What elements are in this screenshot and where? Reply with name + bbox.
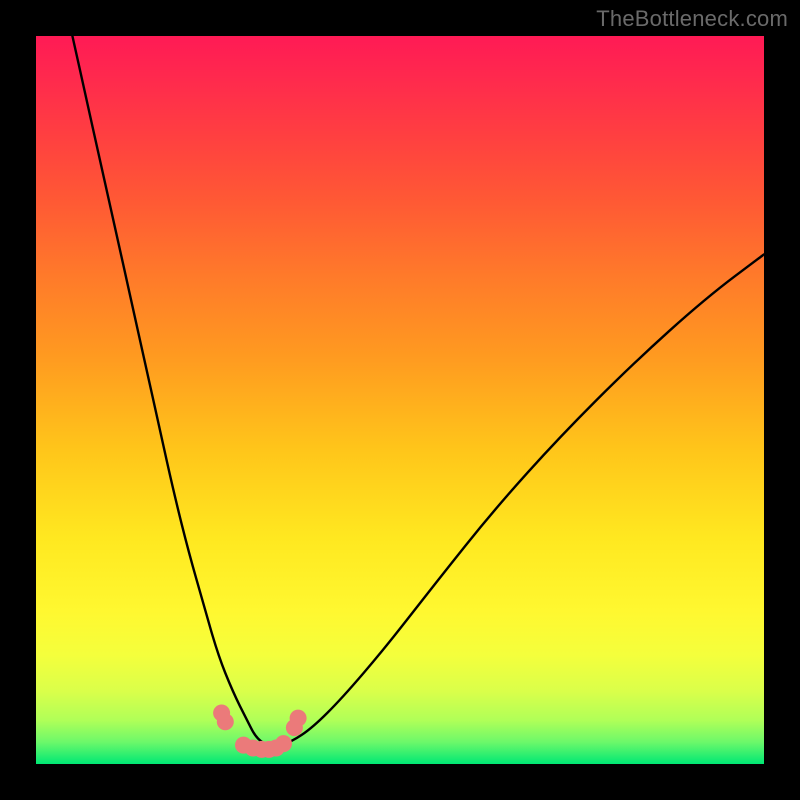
plot-area <box>36 36 764 764</box>
sweet-spot-dot <box>217 713 234 730</box>
bottleneck-curve <box>72 36 764 746</box>
chart-overlay <box>36 36 764 764</box>
sweet-spot-dots <box>213 705 307 758</box>
curve-path <box>72 36 764 746</box>
sweet-spot-dot <box>290 710 307 727</box>
chart-frame: TheBottleneck.com <box>0 0 800 800</box>
sweet-spot-dot <box>275 735 292 752</box>
watermark-text: TheBottleneck.com <box>596 6 788 32</box>
